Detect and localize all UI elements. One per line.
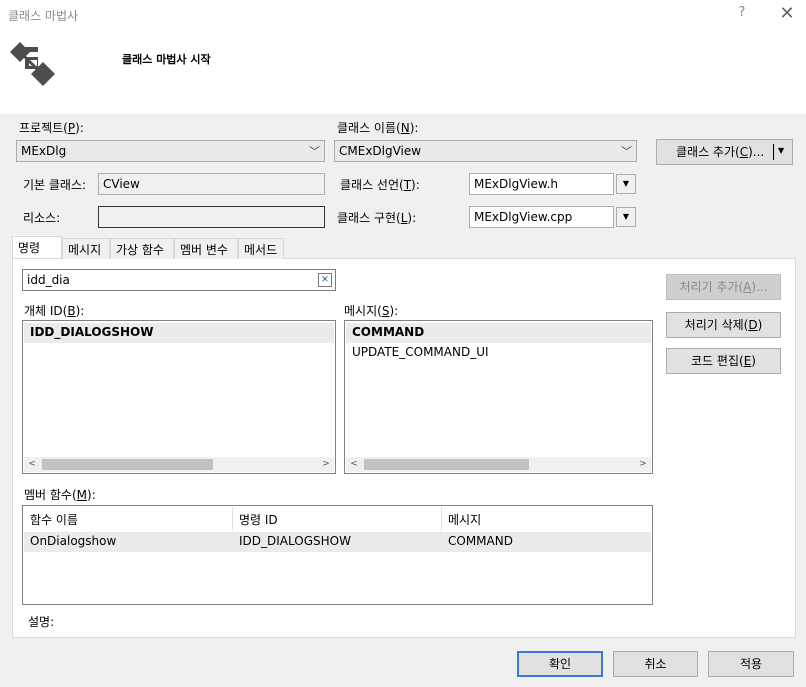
messages-list[interactable]: COMMAND UPDATE_COMMAND_UI < > (344, 320, 653, 474)
horizontal-scrollbar[interactable]: < > (24, 457, 334, 472)
tab-messages[interactable]: 메시지 (62, 238, 110, 259)
scroll-left-icon[interactable]: < (347, 457, 361, 472)
tab-member-variables[interactable]: 멤버 변수 (174, 238, 238, 259)
table-cell: COMMAND (448, 534, 513, 548)
class-wizard-icon (10, 42, 55, 86)
delete-handler-button[interactable]: 처리기 삭제(D) (666, 312, 781, 338)
messages-label: 메시지(S): (344, 304, 399, 318)
close-button[interactable]: ✕ (776, 3, 798, 25)
list-item[interactable]: COMMAND (346, 323, 651, 343)
tab-methods[interactable]: 메서드 (238, 238, 284, 259)
help-button[interactable]: ? (733, 5, 751, 25)
member-functions-table[interactable]: 함수 이름 명령 ID 메시지 OnDialogshow IDD_DIALOGS… (22, 505, 653, 605)
class-name-value: CMExDlgView (339, 144, 422, 158)
split-divider (773, 144, 774, 160)
chevron-down-icon: ﹀ (621, 145, 632, 158)
table-row[interactable]: OnDialogshow IDD_DIALOGSHOW COMMAND (24, 532, 651, 552)
description-label: 설명: (28, 615, 55, 629)
class-impl-dropdown[interactable]: ▼ (616, 207, 636, 227)
header-title: 클래스 마법사 시작 (122, 53, 211, 66)
resource-label: 리소스: (23, 211, 61, 225)
add-handler-button[interactable]: 처리기 추가(A)... (666, 274, 781, 300)
table-cell: IDD_DIALOGSHOW (239, 534, 351, 548)
ok-button[interactable]: 확인 (517, 651, 603, 677)
class-impl-field[interactable]: MExDlgView.cpp (469, 206, 614, 228)
scroll-right-icon[interactable]: > (319, 457, 333, 472)
list-item[interactable]: IDD_DIALOGSHOW (24, 323, 334, 343)
wizard-header (0, 30, 806, 114)
project-label: 프로젝트(P): (19, 121, 84, 135)
resource-field[interactable] (98, 206, 325, 228)
project-combo[interactable]: MExDlg ﹀ (16, 140, 325, 162)
horizontal-scrollbar[interactable]: < > (346, 457, 651, 472)
cancel-button[interactable]: 취소 (613, 651, 698, 677)
class-decl-label: 클래스 선언(T): (340, 178, 420, 192)
scroll-right-icon[interactable]: > (636, 457, 650, 472)
chevron-down-icon: ﹀ (309, 145, 320, 158)
class-decl-dropdown[interactable]: ▼ (616, 174, 636, 194)
apply-button[interactable]: 적용 (708, 651, 794, 677)
tab-virtual-functions[interactable]: 가상 함수 (110, 238, 174, 259)
project-value: MExDlg (21, 144, 67, 158)
column-header[interactable]: 함수 이름 (24, 507, 233, 531)
scroll-thumb[interactable] (42, 459, 213, 470)
base-class-field: CView (98, 173, 325, 195)
scroll-thumb[interactable] (364, 459, 529, 470)
base-class-label: 기본 클래스: (23, 178, 87, 192)
search-input[interactable]: idd_dia (22, 269, 336, 291)
class-decl-field[interactable]: MExDlgView.h (469, 173, 614, 195)
class-impl-label: 클래스 구현(L): (337, 211, 417, 225)
object-id-list[interactable]: IDD_DIALOGSHOW < > (22, 320, 336, 474)
window-title: 클래스 마법사 (8, 9, 79, 23)
list-item[interactable]: UPDATE_COMMAND_UI (346, 343, 651, 363)
class-name-combo[interactable]: CMExDlgView ﹀ (334, 140, 637, 162)
dropdown-arrow-icon[interactable]: ▼ (778, 146, 784, 155)
scroll-left-icon[interactable]: < (25, 457, 39, 472)
table-cell: OnDialogshow (30, 534, 117, 548)
tab-commands[interactable]: 명령 (12, 236, 62, 258)
column-header[interactable]: 메시지 (442, 507, 651, 531)
column-header[interactable]: 명령 ID (233, 507, 442, 531)
edit-code-button[interactable]: 코드 편집(E) (666, 348, 781, 374)
object-id-label: 개체 ID(B): (24, 304, 85, 318)
clear-search-icon[interactable]: ✕ (318, 273, 332, 287)
title-bar (0, 0, 806, 30)
class-name-label: 클래스 이름(N): (337, 121, 419, 135)
member-functions-label: 멤버 함수(M): (24, 488, 96, 502)
